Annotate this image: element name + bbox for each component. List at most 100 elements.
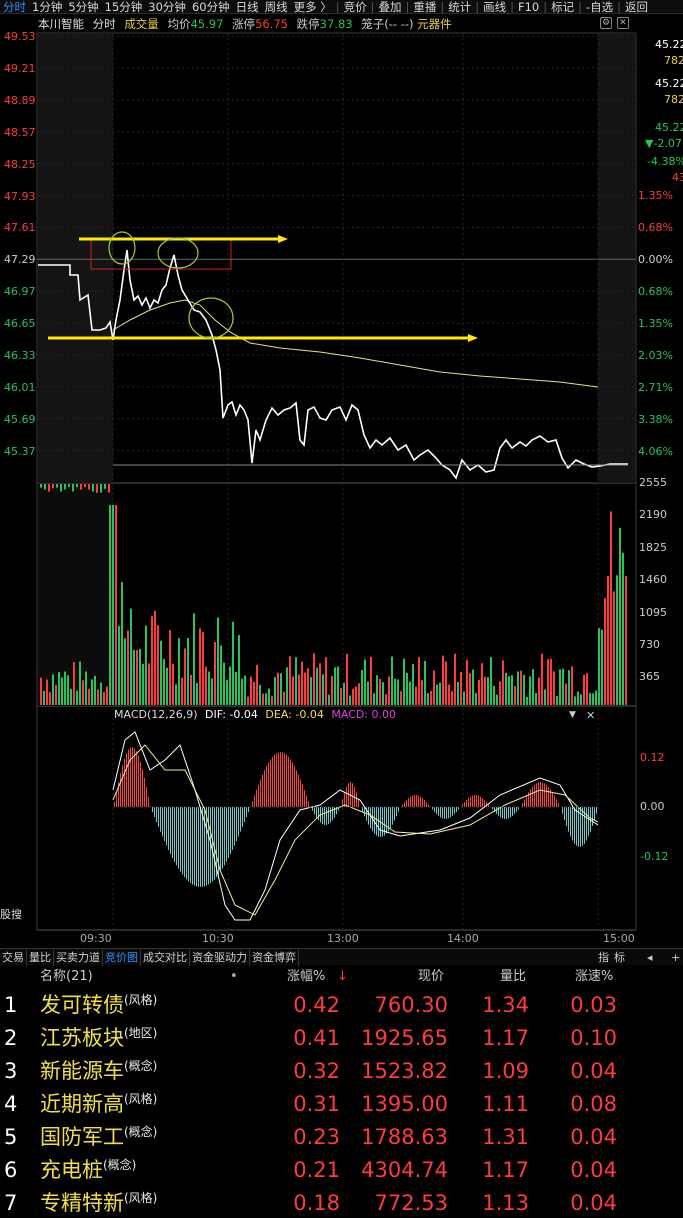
- volume-bar: [148, 663, 150, 705]
- macd-bar: [480, 796, 481, 807]
- col-change[interactable]: 涨幅%: [287, 966, 325, 988]
- macd-legend: MACD(12,26,9) DIF: -0.04 DEA: -0.04 MACD…: [114, 708, 396, 721]
- volume-ratio: 1.17: [482, 1158, 529, 1182]
- volume-bar: [604, 598, 606, 705]
- tab-fund-drive[interactable]: 资金驱动力: [190, 949, 250, 966]
- volume-bar: [343, 682, 345, 705]
- macd-bar: [254, 795, 255, 807]
- volume-bar: [238, 635, 240, 705]
- volume-bar: [313, 653, 315, 705]
- volume-bar: [472, 669, 474, 705]
- volume-bar: [514, 686, 516, 705]
- macd-bar: [268, 762, 269, 807]
- volume-bar: [457, 681, 459, 705]
- table-row[interactable]: 2 江苏板块(地区) 0.41 1925.65 1.17 0.10: [0, 1022, 683, 1055]
- volume-bar: [220, 645, 222, 705]
- add-icon[interactable]: +: [669, 949, 682, 966]
- volume-bar: [523, 674, 525, 705]
- macd-bar: [246, 807, 247, 818]
- scroll-left-icon[interactable]: ◂: [645, 949, 655, 966]
- indicator-button-2[interactable]: 标: [612, 949, 627, 966]
- volume-bar: [193, 613, 195, 705]
- sort-desc-icon[interactable]: ↓: [337, 966, 348, 988]
- macd-bar: [432, 807, 433, 810]
- indicator-tabs: 交易 量比 买卖力道 竞价图 成交对比 资金驱动力 资金博弈 指 标 ◂ +: [0, 948, 683, 966]
- table-row[interactable]: 1 发可转债(风格) 0.42 760.30 1.34 0.03: [0, 989, 683, 1022]
- volume-bar: [316, 667, 318, 705]
- macd-bar: [128, 749, 129, 807]
- table-row[interactable]: 6 充电桩(概念) 0.21 4304.74 1.17 0.04: [0, 1154, 683, 1187]
- macd-dropdown-icon[interactable]: ▼: [569, 710, 576, 720]
- volume-bar: [556, 696, 558, 705]
- volume-bar: [400, 691, 402, 705]
- macd-bar: [158, 807, 159, 827]
- indicator-button-1[interactable]: 指: [596, 949, 611, 966]
- macd-close-icon[interactable]: ✕: [586, 709, 595, 722]
- macd-bar: [414, 795, 415, 807]
- macd-bar: [312, 807, 313, 811]
- table-row[interactable]: 4 近期新高(风格) 0.31 1395.00 1.11 0.08: [0, 1088, 683, 1121]
- tab-trade[interactable]: 交易: [0, 949, 27, 966]
- macd-bar: [352, 783, 353, 807]
- auction-volume-bar: [40, 484, 42, 488]
- volume-bar: [622, 552, 624, 705]
- macd-bar: [536, 783, 537, 807]
- col-price[interactable]: 现价: [418, 966, 444, 988]
- volume-bar: [424, 660, 426, 705]
- pct-tick-label: 0.68%: [638, 221, 673, 234]
- sector-name: 充电桩(概念): [40, 1154, 136, 1187]
- tab-trade-compare[interactable]: 成交对比: [141, 949, 190, 966]
- volume-bar: [118, 625, 120, 705]
- tab-buy-sell-power[interactable]: 买卖力道: [54, 949, 103, 966]
- table-row[interactable]: 3 新能源车(概念) 0.32 1523.82 1.09 0.04: [0, 1055, 683, 1088]
- macd-bar: [532, 786, 533, 807]
- pct-tick-label: 1.35%: [638, 317, 673, 330]
- tab-volume-ratio[interactable]: 量比: [27, 949, 54, 966]
- auction-volume-bar: [48, 484, 50, 492]
- macd-bar: [368, 807, 369, 825]
- volume-bar: [445, 661, 447, 705]
- volume-bar: [85, 671, 87, 705]
- auction-volume-bar: [96, 484, 98, 493]
- volume-bar: [517, 671, 519, 705]
- volume-bar: [418, 657, 420, 705]
- macd-bar: [192, 807, 193, 885]
- macd-bar: [514, 807, 515, 815]
- macd-bar: [198, 807, 199, 887]
- tab-auction-chart[interactable]: 竞价图: [103, 949, 141, 966]
- change-speed: 0.04: [570, 1059, 617, 1083]
- macd-bar: [240, 807, 241, 832]
- auction-volume-bar: [76, 484, 78, 488]
- auction-volume-bar: [64, 484, 66, 490]
- sector-name: 专精特新(风格): [40, 1187, 157, 1218]
- volume-tick-label: 365: [639, 670, 660, 684]
- macd-bar: [258, 784, 259, 807]
- volume-bar: [376, 675, 378, 705]
- volume-bar: [112, 505, 114, 705]
- macd-bar: [516, 807, 517, 812]
- table-row[interactable]: 5 国防军工(概念) 0.23 1788.63 1.31 0.04: [0, 1121, 683, 1154]
- stock-search-label[interactable]: 股搜: [0, 906, 22, 922]
- volume-bar: [184, 648, 186, 705]
- col-speed[interactable]: 涨速%: [575, 966, 613, 988]
- sector-name: 国防军工(概念): [40, 1121, 157, 1154]
- col-name[interactable]: 名称(21): [40, 966, 93, 988]
- macd-bar: [558, 803, 559, 807]
- macd-title[interactable]: MACD(12,26,9): [114, 708, 198, 721]
- col-ratio[interactable]: 量比: [500, 966, 526, 988]
- volume-bar: [142, 663, 144, 705]
- volume-bar: [586, 673, 588, 705]
- right-price-1: 45.22: [655, 38, 683, 51]
- macd-bar: [298, 774, 299, 807]
- volume-bar: [130, 608, 132, 705]
- volume-bar: [337, 666, 339, 705]
- volume-bar: [298, 674, 300, 705]
- price-tick-label: 48.25: [4, 157, 36, 171]
- table-row[interactable]: 7 专精特新(风格) 0.18 772.53 1.13 0.04: [0, 1187, 683, 1218]
- volume-bar: [163, 659, 165, 705]
- tab-fund-game[interactable]: 资金博弈: [250, 949, 299, 966]
- volume-bar: [301, 661, 303, 705]
- volume-bar: [166, 667, 168, 705]
- annotation-arrow-upper: [278, 235, 288, 243]
- volume-bar: [100, 682, 102, 705]
